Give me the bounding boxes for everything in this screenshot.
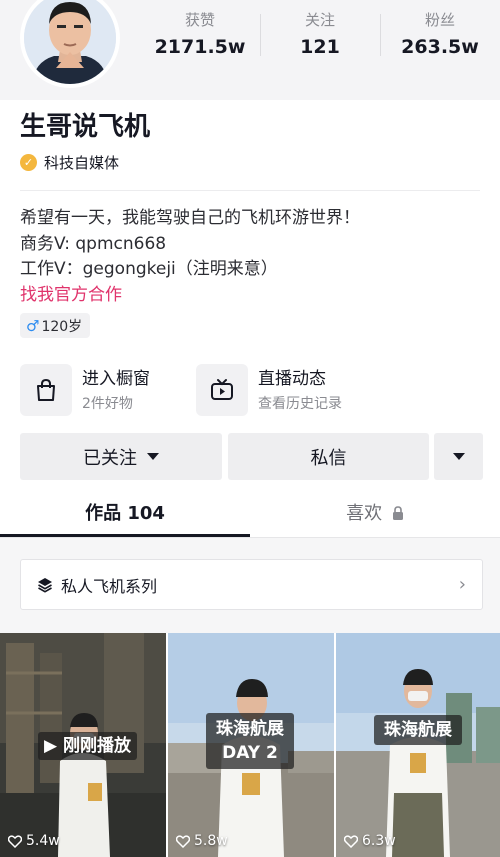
- live-history-entry[interactable]: 直播动态 查看历史记录: [196, 362, 342, 418]
- tv-icon: [196, 364, 248, 416]
- tab-likes-label: 喜欢: [346, 503, 383, 524]
- shop-window-entry[interactable]: 进入橱窗 2件好物: [20, 362, 150, 418]
- stat-value: 2171.5w: [154, 36, 246, 58]
- profile-bio: 希望有一天，我能驾驶自己的飞机环游世界！ 商务V: qpmcn668 工作V：g…: [20, 206, 480, 308]
- stat-likes[interactable]: 获赞 2171.5w: [140, 10, 260, 62]
- stat-label: 获赞: [184, 11, 215, 29]
- stat-label: 粉丝: [424, 11, 455, 29]
- stat-value: 263.5w: [401, 36, 479, 58]
- official-cooperation-link[interactable]: 找我官方合作: [20, 283, 480, 309]
- profile-tabs: 作品 104 喜欢: [0, 494, 500, 538]
- stat-followers[interactable]: 粉丝 263.5w: [380, 10, 500, 62]
- more-options-button[interactable]: [434, 433, 483, 480]
- tab-likes[interactable]: 喜欢: [250, 494, 500, 538]
- profile-stats: 获赞 2171.5w 关注 121 粉丝 263.5w: [140, 10, 500, 62]
- bio-line: 商务V: qpmcn668: [20, 233, 167, 254]
- male-icon: ♂: [26, 316, 40, 335]
- profile-name: 生哥说飞机: [20, 112, 151, 142]
- video-cover-image: [336, 633, 500, 857]
- layers-icon: [38, 577, 52, 593]
- zhuhai-airshow-badge: 珠海航展: [374, 715, 462, 745]
- message-button[interactable]: 私信: [228, 433, 429, 480]
- age-label: 120岁: [41, 318, 83, 335]
- bio-line: 工作V：gegongkeji（注明来意）: [20, 259, 278, 279]
- badge-line: DAY 2: [222, 743, 278, 763]
- profile-entries: 进入橱窗 2件好物 直播动态 查看历史记录: [20, 362, 480, 418]
- video-likes: 6.3w: [344, 833, 396, 849]
- certification: ✓ 科技自媒体: [20, 150, 119, 174]
- collection-entry[interactable]: 私人飞机系列 ›: [20, 559, 483, 610]
- bio-line: 希望有一天，我能驾驶自己的飞机环游世界！: [20, 208, 360, 228]
- gender-age-tag: ♂ 120岁: [20, 313, 91, 338]
- heart-icon: [8, 834, 22, 848]
- badge-line: 珠海航展: [216, 719, 284, 739]
- tab-works[interactable]: 作品 104: [0, 494, 250, 538]
- recently-played-badge: ▶ 刚刚播放: [38, 732, 137, 760]
- shopping-bag-icon: [20, 364, 72, 416]
- stat-value: 121: [300, 36, 340, 58]
- zhuhai-airshow-badge: 珠海航展 DAY 2: [206, 713, 294, 769]
- live-history-subtitle: 查看历史记录: [258, 395, 342, 412]
- caret-down-icon: [147, 453, 159, 460]
- stat-label: 关注: [304, 11, 335, 29]
- lock-icon: [392, 506, 403, 520]
- chevron-right-icon: ›: [458, 574, 466, 595]
- video-likes: 5.4w: [8, 833, 60, 849]
- video-grid: ▶ 刚刚播放 5.4w 珠海航展 DAY 2 5.8w 珠海航展 6.3w: [0, 633, 500, 857]
- caret-down-icon: [452, 453, 465, 460]
- video-likes-count: 5.4w: [26, 833, 60, 849]
- followed-label: 已关注: [83, 447, 137, 469]
- message-label: 私信: [310, 447, 347, 469]
- certification-label: 科技自媒体: [44, 153, 120, 172]
- heart-icon: [176, 834, 190, 848]
- collection-label: 私人飞机系列: [61, 576, 158, 596]
- stat-following[interactable]: 关注 121: [260, 10, 380, 62]
- live-history-title: 直播动态: [258, 368, 326, 389]
- divider: [20, 190, 480, 191]
- video-thumbnail[interactable]: 珠海航展 6.3w: [336, 633, 500, 857]
- video-likes-count: 6.3w: [362, 833, 396, 849]
- heart-icon: [344, 834, 358, 848]
- verified-check-icon: ✓: [20, 153, 37, 171]
- shop-window-title: 进入橱窗: [82, 368, 150, 389]
- shop-window-subtitle: 2件好物: [82, 395, 133, 412]
- video-thumbnail[interactable]: ▶ 刚刚播放 5.4w: [0, 633, 166, 857]
- followed-button[interactable]: 已关注: [20, 433, 222, 480]
- video-likes-count: 5.8w: [194, 833, 228, 849]
- video-thumbnail[interactable]: 珠海航展 DAY 2 5.8w: [168, 633, 334, 857]
- video-likes: 5.8w: [176, 833, 228, 849]
